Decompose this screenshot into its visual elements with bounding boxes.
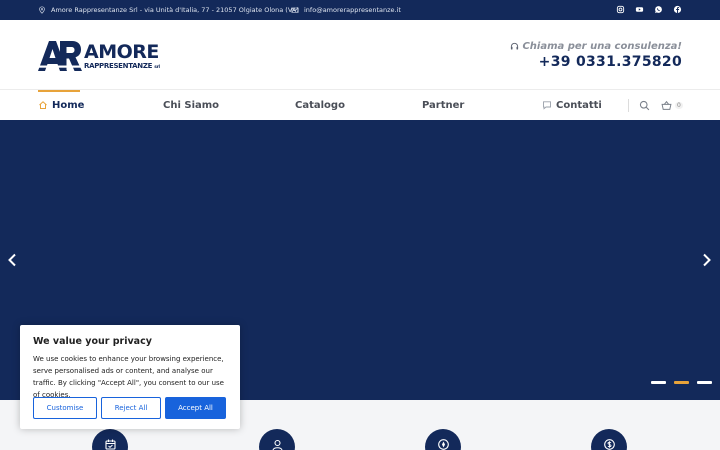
search-button[interactable] bbox=[639, 99, 650, 111]
nav-divider bbox=[628, 99, 629, 112]
location-pin-icon bbox=[39, 6, 45, 14]
facebook-icon[interactable] bbox=[672, 4, 683, 15]
slider-dot-3[interactable] bbox=[697, 381, 712, 384]
user-pin-icon bbox=[259, 429, 295, 450]
nav-item-partner[interactable]: Partner bbox=[422, 90, 464, 120]
logo-name: AMORE bbox=[84, 41, 159, 63]
cookie-text: We use cookies to enhance your browsing … bbox=[33, 355, 224, 399]
chevron-right-icon[interactable] bbox=[701, 253, 713, 267]
customise-button[interactable]: Customise bbox=[33, 397, 97, 419]
site-header: AMORE RAPPRESENTANZE srl Chiama per una … bbox=[0, 20, 720, 90]
slider-dot-2[interactable] bbox=[674, 381, 689, 384]
cookie-banner: We value your privacy We use cookies to … bbox=[20, 325, 240, 429]
logo-mark-icon bbox=[38, 41, 82, 71]
address-text: Amore Rappresentanze Srl - via Unità d'I… bbox=[51, 6, 299, 14]
reject-all-button[interactable]: Reject All bbox=[101, 397, 161, 419]
accept-all-button[interactable]: Accept All bbox=[165, 397, 226, 419]
logo-subtitle: RAPPRESENTANZE srl bbox=[84, 62, 160, 70]
cart-button[interactable]: 0 bbox=[661, 99, 683, 111]
email-text[interactable]: info@amorerappresentanze.it bbox=[304, 6, 401, 14]
brand-logo[interactable]: AMORE RAPPRESENTANZE srl bbox=[38, 40, 168, 72]
calendar-icon bbox=[92, 429, 128, 450]
nav-item-contatti[interactable]: Contatti bbox=[542, 90, 602, 120]
search-icon bbox=[639, 100, 650, 110]
address-info: Amore Rappresentanze Srl - via Unità d'I… bbox=[38, 0, 299, 20]
instagram-icon[interactable] bbox=[615, 4, 626, 15]
main-nav: Home Chi Siamo Catalogo Partner Contatti bbox=[0, 90, 720, 120]
basket-icon bbox=[661, 100, 672, 110]
email-info[interactable]: info@amorerappresentanze.it bbox=[291, 0, 401, 20]
chat-icon bbox=[543, 101, 551, 110]
chevron-left-icon[interactable] bbox=[6, 253, 18, 267]
compass-icon bbox=[425, 429, 461, 450]
top-bar: Amore Rappresentanze Srl - via Unità d'I… bbox=[0, 0, 720, 20]
nav-item-chi-siamo[interactable]: Chi Siamo bbox=[163, 90, 219, 120]
active-underline bbox=[38, 90, 80, 92]
headset-icon bbox=[511, 42, 519, 50]
mail-icon bbox=[291, 7, 299, 13]
dollar-icon bbox=[591, 429, 627, 450]
consult-label: Chiama per una consulenza! bbox=[510, 41, 682, 52]
whatsapp-icon[interactable] bbox=[653, 4, 664, 15]
nav-item-home[interactable]: Home bbox=[38, 90, 84, 120]
phone-number[interactable]: +39 0331.375820 bbox=[539, 54, 682, 70]
nav-item-catalogo[interactable]: Catalogo bbox=[295, 90, 345, 120]
cart-count: 0 bbox=[675, 101, 683, 109]
youtube-icon[interactable] bbox=[634, 4, 645, 15]
slider-dots bbox=[651, 381, 712, 384]
cookie-title: We value your privacy bbox=[33, 336, 152, 347]
slider-dot-1[interactable] bbox=[651, 381, 666, 384]
home-icon bbox=[39, 101, 47, 109]
